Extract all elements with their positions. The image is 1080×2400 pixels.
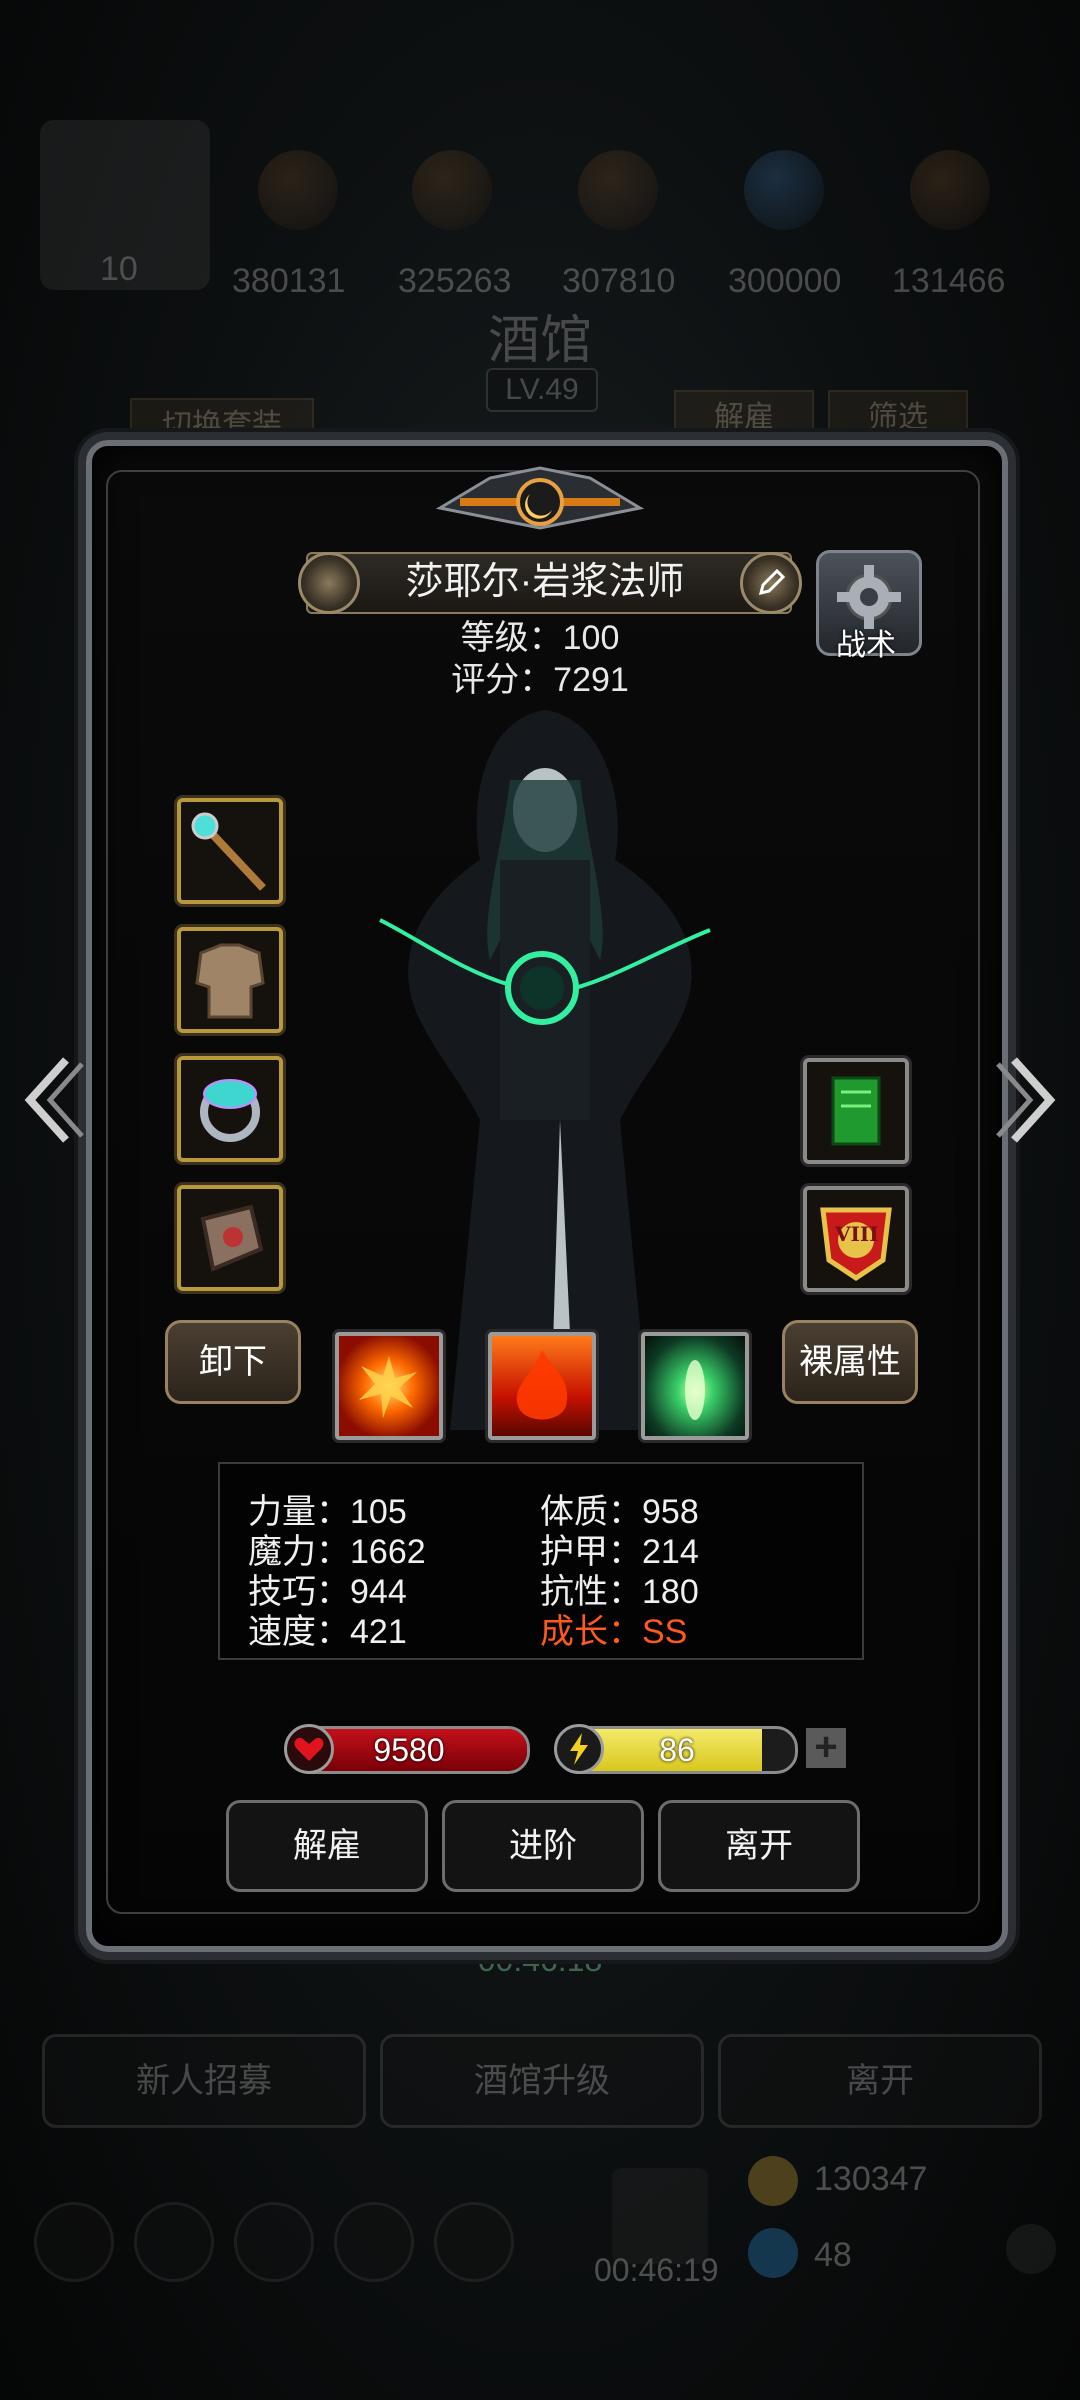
screen-title: 酒馆 — [487, 311, 592, 371]
nav-icon-1[interactable] — [34, 2202, 114, 2282]
add-energy-button[interactable]: + — [806, 1727, 846, 1768]
resource-value-5: 131466 — [892, 262, 1006, 300]
resource-icon-2 — [412, 150, 492, 230]
equip-slot-book[interactable] — [803, 1058, 909, 1164]
fire-burst-icon — [359, 1356, 417, 1418]
ring-icon — [200, 1079, 260, 1142]
armor-icon — [195, 943, 265, 1019]
nav-icon-4[interactable] — [334, 2202, 414, 2282]
bare-stats-button[interactable]: 裸属性 — [782, 1320, 918, 1404]
resource-value-3: 307810 — [562, 262, 676, 300]
gold-coin-icon — [748, 2156, 798, 2206]
bracer-icon — [200, 1204, 264, 1272]
hero-name: 莎耶尔·岩浆法师 — [405, 561, 685, 603]
gift-icon[interactable] — [612, 2168, 708, 2264]
equip-slot-weapon[interactable] — [177, 798, 283, 904]
filter-button[interactable]: 筛选 — [828, 390, 968, 446]
staff-icon — [191, 812, 266, 891]
hero-portrait — [379, 710, 711, 1440]
skill-slot-1[interactable] — [335, 1332, 443, 1440]
resource-icon-5 — [910, 150, 990, 230]
resource-icon-4 — [744, 150, 824, 230]
advance-button[interactable]: 进阶 — [442, 1800, 644, 1892]
tavern-upgrade-button[interactable]: 酒馆升级 — [380, 2034, 704, 2128]
lightning-icon — [554, 1724, 604, 1774]
equip-slot-armor[interactable] — [177, 927, 283, 1033]
heart-icon — [284, 1724, 334, 1774]
gold-value: 130347 — [814, 2160, 928, 2198]
nav-icon-2[interactable] — [134, 2202, 214, 2282]
resource-icon-3 — [578, 150, 658, 230]
unequip-button[interactable]: 卸下 — [165, 1320, 301, 1404]
bg-leave-button[interactable]: 离开 — [718, 2034, 1042, 2128]
stat-growth: 成长：SS — [540, 1613, 688, 1651]
add-currency-icon[interactable] — [1006, 2224, 1056, 2274]
leave-button[interactable]: 离开 — [658, 1800, 860, 1892]
skill-slot-3[interactable] — [641, 1332, 749, 1440]
skill-slot-2[interactable] — [488, 1332, 596, 1440]
resource-icon-1 — [258, 150, 338, 230]
resource-value-2: 325263 — [398, 262, 512, 300]
nav-icon-3[interactable] — [234, 2202, 314, 2282]
flame-icon — [516, 1350, 568, 1420]
gem-value: 48 — [814, 2236, 852, 2274]
gem-icon — [748, 2228, 798, 2278]
avatar-level: 10 — [100, 250, 138, 288]
hero-score: 评分：7291 — [451, 661, 629, 699]
bottom-timer: 00:46:19 — [594, 2252, 719, 2288]
recruit-button[interactable]: 新人招募 — [42, 2034, 366, 2128]
prev-hero-arrow-icon[interactable] — [16, 1050, 86, 1150]
crest-ornament-icon — [435, 466, 645, 530]
green-light-icon — [685, 1360, 705, 1420]
nav-icon-5[interactable] — [434, 2202, 514, 2282]
equip-slot-bracer[interactable] — [177, 1185, 283, 1291]
dismiss-button[interactable]: 解雇 — [226, 1800, 428, 1892]
stat-speed: 速度：421 — [248, 1613, 407, 1651]
screen-level: LV.49 — [486, 368, 598, 412]
next-hero-arrow-icon[interactable] — [994, 1050, 1064, 1150]
resource-value-4: 300000 — [728, 262, 842, 300]
badge-numeral: VIII — [835, 1222, 879, 1246]
bg-dismiss-button[interactable]: 解雇 — [674, 390, 814, 446]
tactics-label: 战术 — [836, 629, 896, 662]
book-icon — [831, 1076, 881, 1146]
equip-slot-ring[interactable] — [177, 1056, 283, 1162]
resource-value-1: 380131 — [232, 262, 346, 300]
